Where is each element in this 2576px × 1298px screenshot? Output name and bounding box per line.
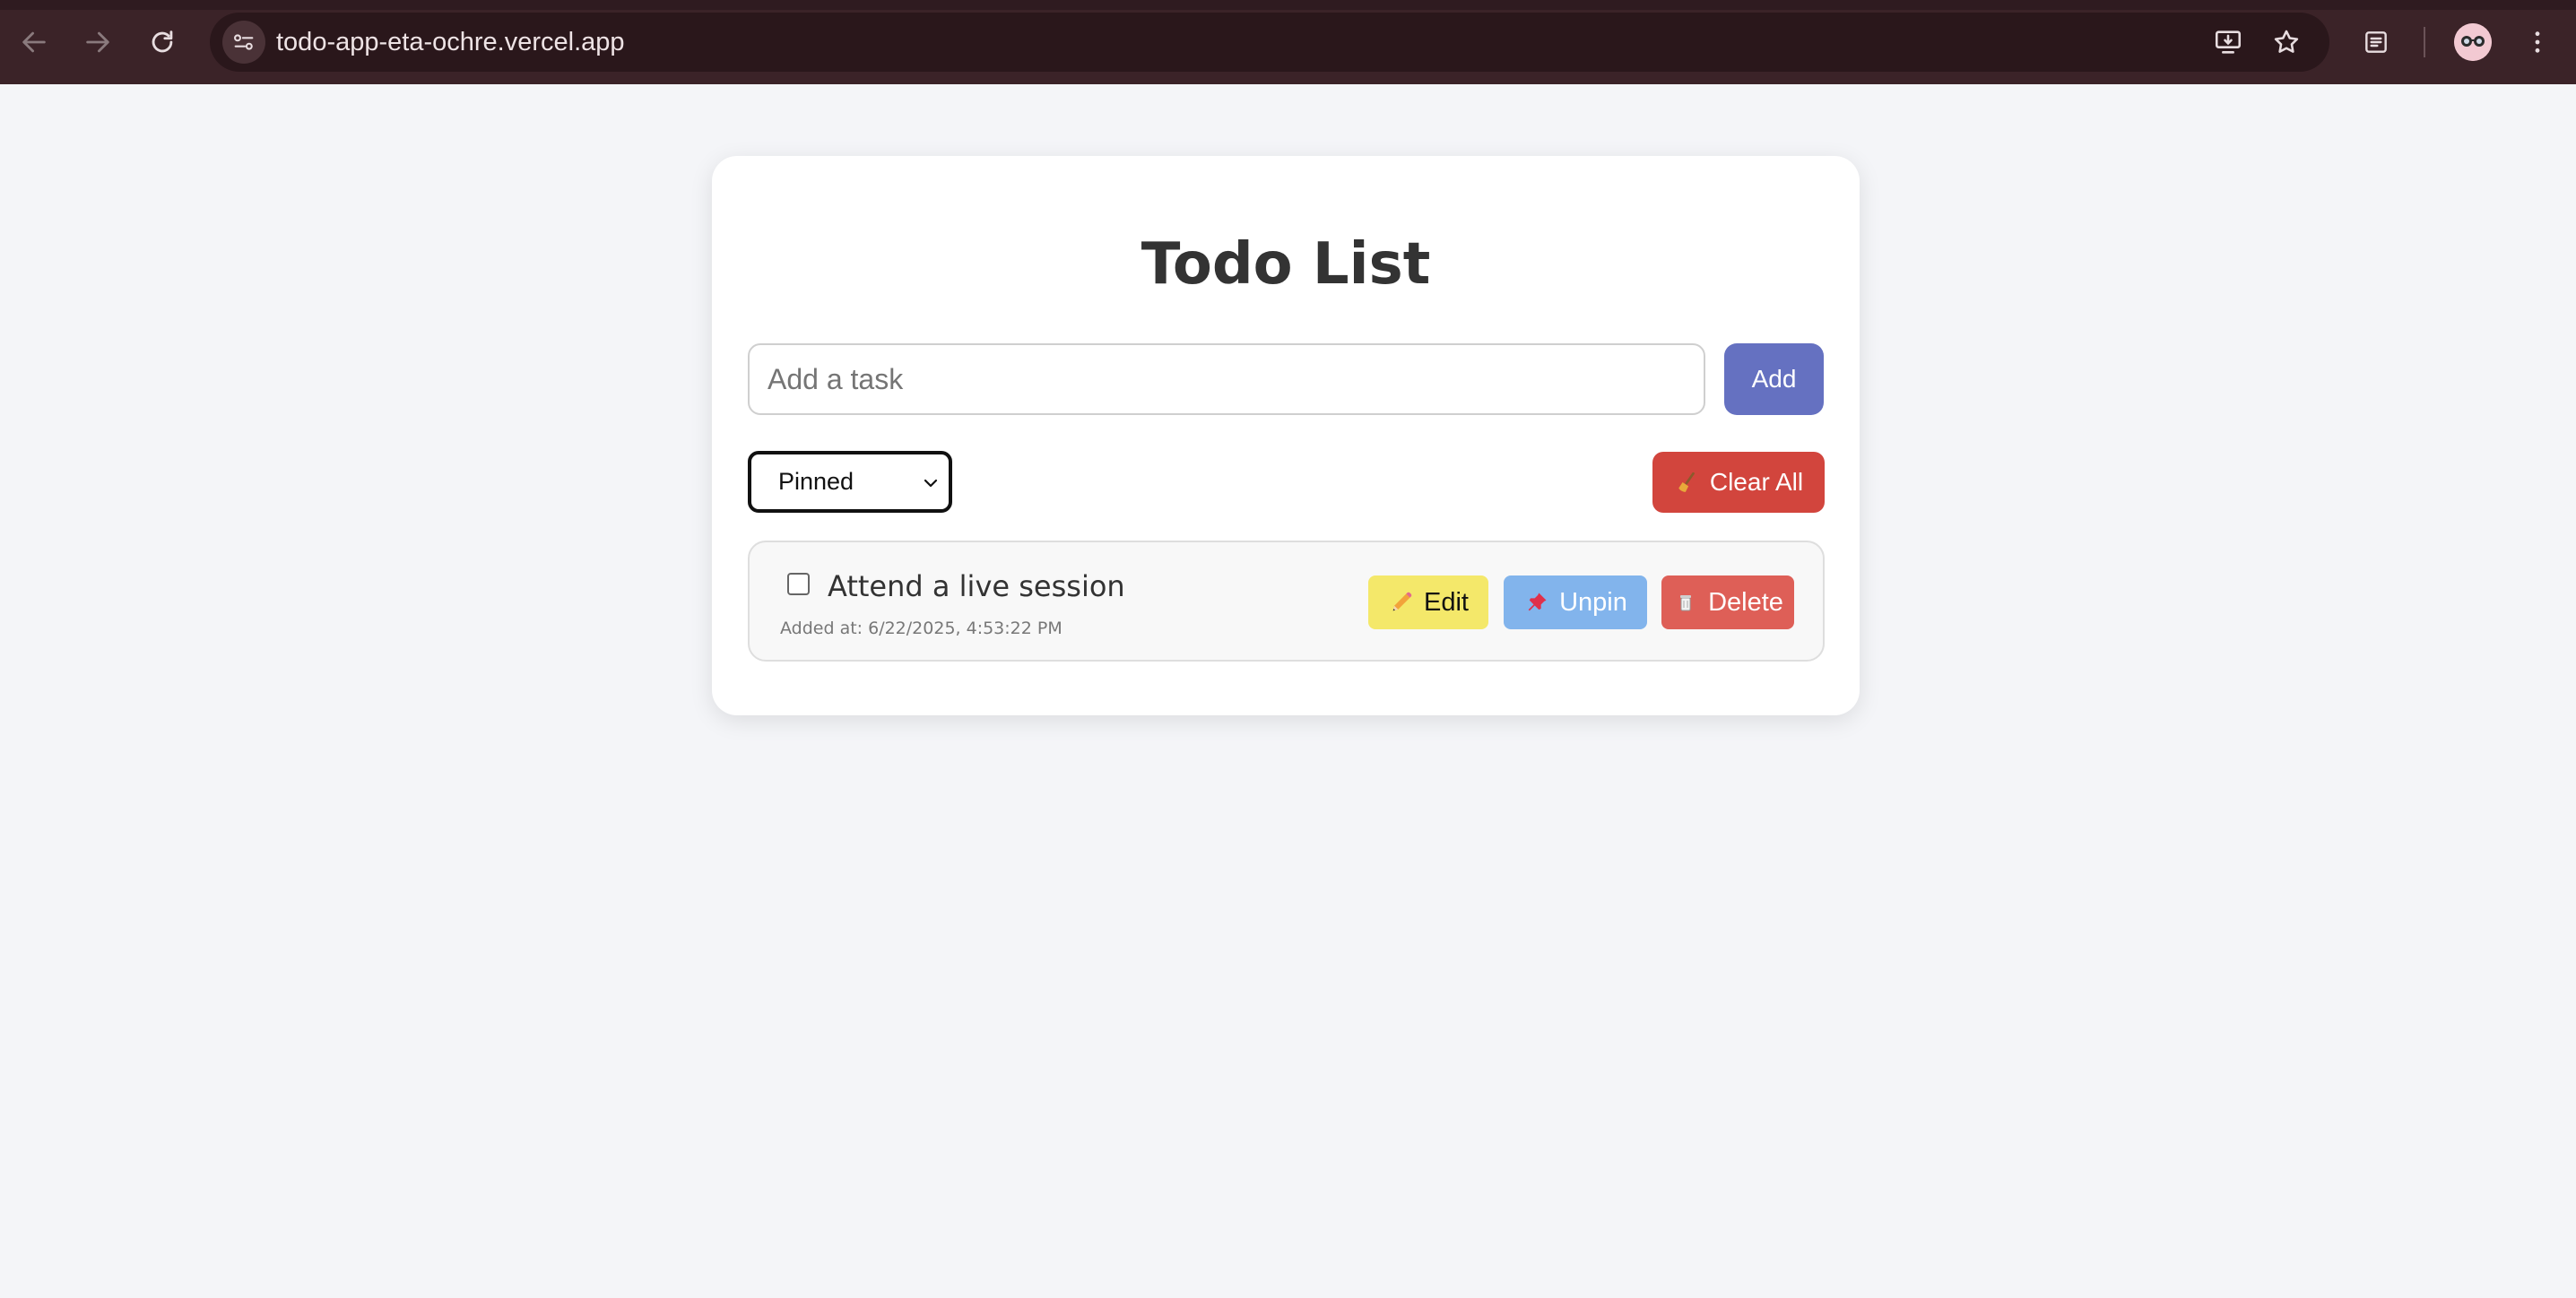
toolbar-divider xyxy=(2424,27,2425,57)
trash-icon xyxy=(1672,589,1699,616)
todo-checkbox[interactable] xyxy=(787,573,810,595)
delete-label: Delete xyxy=(1708,587,1783,617)
add-button[interactable]: Add xyxy=(1724,343,1824,415)
back-icon[interactable] xyxy=(12,20,56,65)
task-input[interactable] xyxy=(748,343,1705,415)
reading-list-icon[interactable] xyxy=(2355,22,2397,63)
bookmark-star-icon[interactable] xyxy=(2268,24,2304,60)
profile-avatar[interactable] xyxy=(2454,23,2492,61)
todo-added-date: Added at: 6/22/2025, 4:53:22 PM xyxy=(780,619,1062,638)
delete-button[interactable]: Delete xyxy=(1661,575,1794,629)
clear-all-label: Clear All xyxy=(1709,468,1804,496)
todo-item: Attend a live session Added at: 6/22/202… xyxy=(748,541,1825,662)
tab-strip xyxy=(0,0,2576,10)
pencil-icon xyxy=(1388,589,1415,616)
unpin-label: Unpin xyxy=(1559,587,1627,617)
address-bar[interactable]: todo-app-eta-ochre.vercel.app xyxy=(210,13,2329,72)
reload-icon[interactable] xyxy=(140,20,185,65)
todo-text: Attend a live session xyxy=(828,569,1125,603)
forward-icon[interactable] xyxy=(75,20,120,65)
pushpin-icon xyxy=(1523,589,1550,616)
site-info-icon[interactable] xyxy=(222,21,265,64)
filter-select[interactable]: Pinned xyxy=(748,451,952,513)
url-text[interactable]: todo-app-eta-ochre.vercel.app xyxy=(276,13,625,72)
edit-label: Edit xyxy=(1424,587,1469,617)
more-menu-icon[interactable] xyxy=(2517,22,2558,63)
clear-all-button[interactable]: Clear All xyxy=(1652,452,1825,513)
filter-selected-value: Pinned xyxy=(778,468,854,495)
page-title: Todo List xyxy=(1141,231,1431,298)
broom-icon xyxy=(1674,469,1701,496)
unpin-button[interactable]: Unpin xyxy=(1504,575,1647,629)
todo-card: Todo List Add Pinned Clear All Attend a … xyxy=(712,156,1860,715)
install-app-icon[interactable] xyxy=(2210,24,2246,60)
edit-button[interactable]: Edit xyxy=(1368,575,1488,629)
browser-toolbar: todo-app-eta-ochre.vercel.app xyxy=(0,0,2576,84)
chevron-down-icon xyxy=(924,479,938,488)
